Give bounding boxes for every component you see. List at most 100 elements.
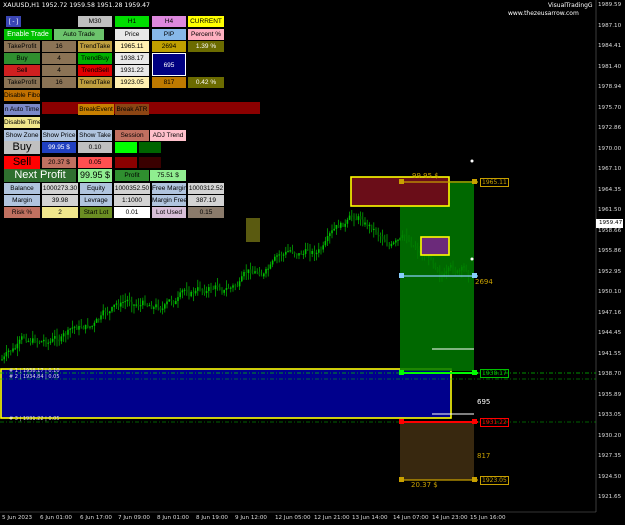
tp2-num[interactable]: 16 [42, 77, 76, 88]
auto-trade-button[interactable]: Auto Trade [54, 29, 104, 40]
candle-body [186, 289, 188, 293]
candle-body [34, 338, 36, 342]
candle-body [106, 311, 109, 314]
sell-big-button[interactable]: Sell [4, 156, 40, 169]
tp2-price-field[interactable]: 1923.05 [115, 77, 149, 88]
candle-body [137, 304, 140, 307]
y-axis-tick-label: 1950.10 [598, 289, 622, 295]
candle-body [236, 285, 239, 287]
candle-body [249, 269, 252, 274]
candle-body [115, 303, 118, 305]
candle-body [1, 359, 3, 361]
x-axis-tick-label: 14 Jun 23:00 [432, 515, 468, 521]
candle-body [142, 300, 144, 306]
sell-lot-field[interactable]: 0.05 [78, 157, 112, 168]
tp-top-tag: 1965.11 [480, 178, 509, 187]
start-lot-label: Start Lot [80, 207, 112, 218]
candle-body [161, 308, 164, 310]
tf-m30-button[interactable]: M30 [78, 16, 112, 27]
candle-body [335, 224, 338, 229]
enable-trade-button[interactable]: Enable Trade [4, 29, 52, 40]
buy-lot-field[interactable]: 0.10 [78, 142, 112, 153]
y-axis-tick-label: 1975.70 [598, 104, 622, 111]
candle-body [93, 322, 96, 326]
candle-body [362, 219, 364, 225]
margin-free-label: Margin Free [152, 195, 186, 206]
candle-body [111, 307, 113, 312]
candle-body [60, 336, 63, 342]
candle-body [157, 304, 159, 308]
trend-take2-button[interactable]: TrendTake [78, 77, 112, 88]
candle-body [153, 307, 155, 309]
sell-price-field[interactable]: 1931.22 [115, 65, 149, 76]
buy-price-field[interactable]: 1938.17 [115, 53, 149, 64]
candle-body [102, 310, 104, 316]
tp-num[interactable]: 16 [42, 41, 76, 52]
trend-take-button[interactable]: TrendTake [78, 41, 112, 52]
candle-body [51, 338, 54, 342]
tf-h1-button[interactable]: H1 [115, 16, 149, 27]
symbol-info: XAUUSD,H1 1952.72 1959.58 1951.28 1959.4… [3, 2, 150, 9]
x-axis-tick-label: 5 Jun 2023 [2, 515, 33, 521]
show-zone-button[interactable]: Show Zone [4, 130, 40, 141]
show-price-button[interactable]: Show Price [42, 130, 76, 141]
candle-body [267, 268, 269, 270]
candle-body [337, 224, 340, 228]
candle-body [298, 253, 300, 256]
minimize-button[interactable]: [ - ] [6, 16, 21, 27]
y-axis-tick-label: 1987.10 [598, 22, 622, 29]
disable-time-button[interactable]: Disable Time [4, 117, 40, 128]
tp-price-field[interactable]: 1965.11 [115, 41, 149, 52]
candle-body [58, 339, 60, 342]
candle-body [73, 326, 76, 328]
candle-body [12, 348, 14, 352]
y-axis-tick-label: 1972.86 [598, 125, 622, 131]
candle-body [120, 302, 122, 307]
buy-big-button[interactable]: Buy [4, 141, 40, 154]
website-label: www.thezeusarrow.com [508, 10, 579, 17]
break-atr-button[interactable]: Break ATR [115, 104, 149, 115]
candle-body [331, 230, 333, 234]
tf-current-button[interactable]: CURRENT [188, 16, 224, 27]
risk-field[interactable]: 2 [42, 207, 78, 218]
tf-h4-button[interactable]: H4 [152, 16, 186, 27]
free-margin-value: 1000312.52 [188, 183, 224, 194]
auto-time-button[interactable]: n Auto Time [4, 104, 40, 115]
sell-money-field: 20.37 $ [42, 157, 76, 168]
trend-sell-button[interactable]: TrendSell [78, 65, 112, 76]
bottom-pip-label: 817 [477, 452, 491, 460]
candle-body [344, 223, 346, 227]
order-note-2: # 2 | 1934.84 | 0.05 [9, 374, 60, 380]
break-event-button[interactable]: BreakEvent [78, 104, 114, 115]
y-axis-tick-label: 1944.45 [598, 330, 622, 336]
candle-body [197, 287, 199, 291]
candle-body [10, 350, 12, 352]
disable-fibo-button[interactable]: Disable Fibo [4, 90, 40, 101]
candle-body [313, 250, 316, 255]
show-take-button[interactable]: Show Take [78, 130, 112, 141]
candle-body [318, 249, 320, 253]
y-axis-tick-label: 1970.00 [598, 145, 622, 152]
session-bar [42, 102, 260, 114]
adj-trend-button[interactable]: ADJ Trend [150, 130, 186, 141]
candle-body [144, 300, 146, 305]
trend-buy-button[interactable]: TrendBuy [78, 53, 112, 64]
candle-body [381, 236, 384, 240]
candle-body [258, 271, 261, 276]
candle-body [269, 264, 272, 269]
marker-buy-right [472, 370, 477, 375]
candle-body [221, 289, 223, 293]
buy-num[interactable]: 4 [42, 53, 76, 64]
candle-body [315, 252, 318, 255]
candle-body [390, 243, 393, 247]
olive-box [246, 218, 260, 242]
start-lot-field[interactable]: 0.01 [114, 207, 150, 218]
candle-body [181, 290, 184, 293]
sell-num[interactable]: 4 [42, 65, 76, 76]
candle-body [69, 328, 71, 330]
y-axis-tick-label: 1930.20 [598, 432, 622, 439]
candle-body [179, 292, 181, 298]
tp2-pip-field: 817 [152, 77, 186, 88]
price-header: Price [115, 29, 149, 40]
session-button[interactable]: Session [115, 130, 149, 141]
